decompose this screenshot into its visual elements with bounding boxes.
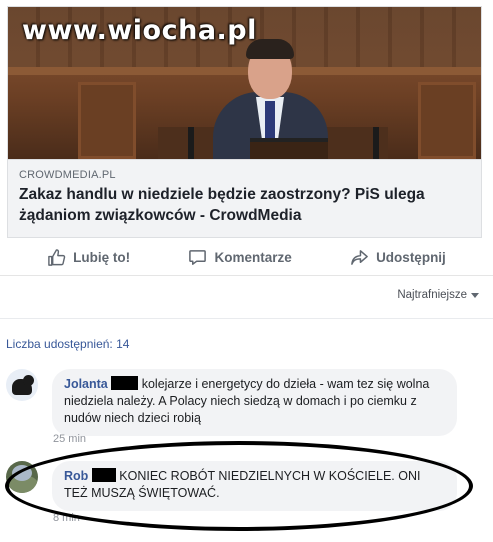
watermark: www.wiocha.pl bbox=[22, 15, 257, 46]
link-title[interactable]: Zakaz handlu w niedziele będzie zaostrzo… bbox=[19, 184, 471, 226]
like-label: Lubię to! bbox=[73, 250, 131, 265]
comment-text: KONIEC ROBÓT NIEDZIELNYCH W KOŚCIELE. ON… bbox=[64, 469, 421, 500]
link-domain: CROWDMEDIA.PL bbox=[19, 169, 116, 181]
comment-bubble: Jolanta kolejarze i energetycy do dzieła… bbox=[52, 369, 457, 436]
comment-item: Jolanta kolejarze i energetycy do dzieła… bbox=[6, 369, 457, 436]
share-label: Udostępnij bbox=[376, 250, 446, 265]
comment-button[interactable]: Komentarze bbox=[188, 248, 292, 267]
like-button[interactable]: Lubię to! bbox=[47, 248, 130, 267]
thumbs-up-icon bbox=[48, 249, 66, 266]
share-count-link[interactable]: Liczba udostępnień: 14 bbox=[6, 337, 129, 351]
comment-label: Komentarze bbox=[214, 250, 292, 265]
share-button[interactable]: Udostępnij bbox=[350, 248, 446, 267]
speech-bubble-icon bbox=[189, 250, 207, 265]
avatar[interactable] bbox=[6, 461, 38, 493]
comment-bubble: Rob KONIEC ROBÓT NIEDZIELNYCH W KOŚCIELE… bbox=[52, 461, 457, 511]
comment-timestamp[interactable]: 8 min bbox=[53, 512, 80, 524]
article-photo[interactable]: www.wiocha.pl bbox=[8, 7, 481, 159]
chevron-down-icon bbox=[471, 292, 479, 298]
comment-sort-dropdown[interactable]: Najtrafniejsze bbox=[397, 289, 479, 301]
sort-label: Najtrafniejsze bbox=[397, 289, 467, 301]
action-bar: Lubię to! Komentarze Udostępnij bbox=[0, 240, 493, 276]
comment-timestamp[interactable]: 25 min bbox=[53, 433, 86, 445]
divider bbox=[0, 318, 493, 319]
redaction-block bbox=[111, 376, 139, 390]
comment-item: Rob KONIEC ROBÓT NIEDZIELNYCH W KOŚCIELE… bbox=[6, 461, 457, 511]
comment-author[interactable]: Jolanta bbox=[64, 377, 108, 391]
avatar[interactable] bbox=[6, 369, 38, 401]
share-arrow-icon bbox=[351, 250, 368, 265]
comment-author[interactable]: Rob bbox=[64, 469, 88, 483]
redaction-block bbox=[91, 468, 116, 482]
link-info[interactable]: CROWDMEDIA.PL Zakaz handlu w niedziele b… bbox=[8, 159, 481, 237]
link-preview-card[interactable]: www.wiocha.pl CROWDMEDIA.PL Zakaz handlu… bbox=[7, 6, 482, 238]
